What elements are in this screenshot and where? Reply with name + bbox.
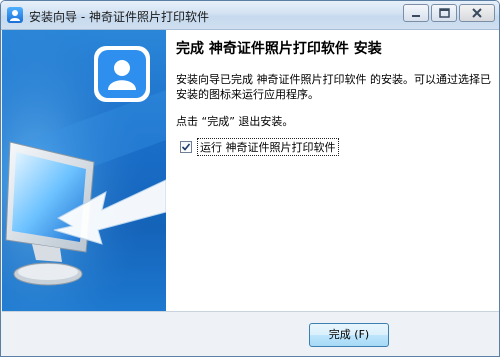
run-app-checkbox[interactable] (180, 141, 192, 153)
run-app-option[interactable]: 运行 神奇证件照片打印软件 (180, 138, 339, 156)
instruction-text: 点击 “完成” 退出安装。 (176, 115, 294, 128)
maximize-icon (439, 8, 450, 18)
app-icon (7, 7, 23, 23)
button-bar: 完成 (F) (2, 311, 499, 356)
finish-button[interactable]: 完成 (F) (309, 323, 389, 347)
close-button[interactable] (459, 4, 495, 22)
title-bar[interactable]: 安装向导 - 神奇证件照片打印软件 (1, 1, 499, 30)
installer-window: 安装向导 - 神奇证件照片打印软件 完成 神奇证件照片打印软件 安装 安装向导已… (0, 0, 500, 357)
minimize-button[interactable] (403, 4, 429, 22)
run-app-label[interactable]: 运行 神奇证件照片打印软件 (197, 138, 339, 156)
close-icon (472, 8, 482, 18)
sidebar-illustration (2, 30, 166, 311)
user-avatar-icon (94, 46, 150, 102)
minimize-icon (412, 15, 420, 17)
maximize-button[interactable] (431, 4, 457, 22)
page-title: 完成 神奇证件照片打印软件 安装 (176, 41, 382, 57)
window-title: 安装向导 - 神奇证件照片打印软件 (29, 10, 209, 24)
content-panel: 完成 神奇证件照片打印软件 安装 安装向导已完成 神奇证件照片打印软件 的安装。… (166, 30, 499, 311)
checkmark-icon (181, 143, 191, 151)
description-text: 安装向导已完成 神奇证件照片打印软件 的安装。可以通过选择已安装的图标来运行应用… (176, 73, 491, 101)
